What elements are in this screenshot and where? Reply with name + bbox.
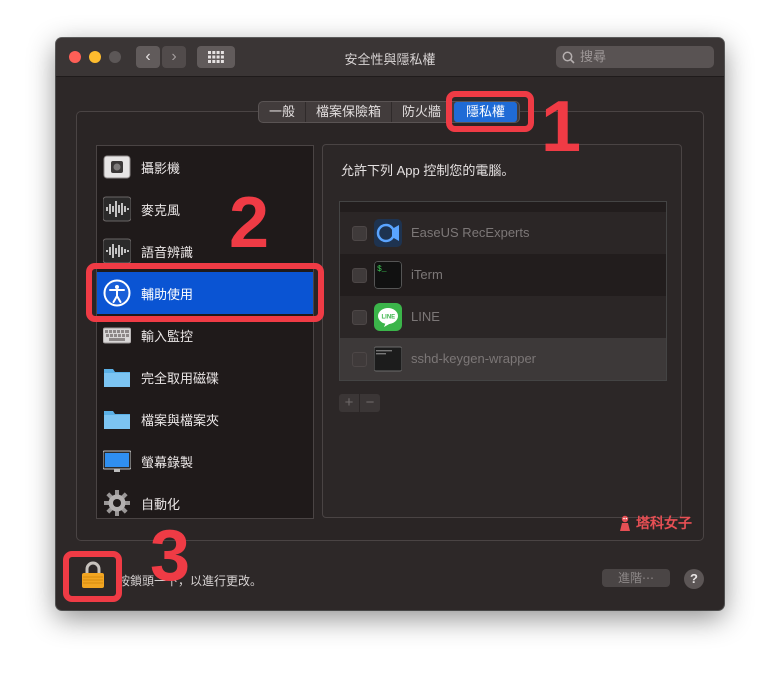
table-row[interactable]: sshd-keygen-wrapper: [340, 338, 666, 380]
table-row[interactable]: EaseUS RecExperts: [340, 212, 666, 254]
app-name: iTerm: [411, 267, 443, 282]
sidebar-item-label: 語音辨識: [141, 245, 194, 260]
app-name: LINE: [411, 309, 440, 324]
step-number-1: 1: [541, 87, 582, 167]
watermark-logo: [620, 515, 630, 531]
microphone-icon: [103, 196, 131, 222]
speech-recognition-icon: [103, 238, 131, 264]
table-row[interactable]: $_ iTerm: [340, 254, 666, 296]
highlight-privacy-tab: [446, 91, 534, 132]
folder-icon: [104, 411, 130, 429]
title-bar: ‹ › 安全性與隱私權 搜尋: [56, 38, 724, 77]
step-number-2: 2: [229, 183, 270, 263]
executable-icon: [374, 346, 402, 372]
privacy-category-list: 攝影機 麥克風 語音辨識 輔助使用 輸入監控 完全取用磁碟 檔案與檔案夾 螢幕錄…: [96, 145, 314, 519]
panel-heading: 允許下列 App 控制您的電腦。: [341, 163, 515, 178]
camera-icon: [103, 155, 131, 179]
search-placeholder: 搜尋: [580, 49, 607, 64]
sidebar-item-label: 攝影機: [141, 161, 181, 176]
highlight-accessibility-item: [86, 263, 324, 322]
app-checkbox[interactable]: [352, 310, 367, 325]
svg-text:$_: $_: [377, 265, 387, 274]
sidebar-item-label: 麥克風: [141, 203, 181, 218]
search-icon: [562, 51, 575, 64]
sidebar-item-files-and-folders[interactable]: 檔案與檔案夾: [97, 398, 313, 440]
terminal-icon: $_: [374, 261, 402, 289]
sidebar-item-camera[interactable]: 攝影機: [97, 146, 313, 188]
app-list[interactable]: EaseUS RecExperts $_ iTerm LINE LINE ssh…: [339, 201, 667, 381]
app-checkbox[interactable]: [352, 268, 367, 283]
sidebar-item-label: 螢幕錄製: [141, 455, 194, 470]
help-button[interactable]: ?: [684, 569, 704, 589]
sidebar-item-label: 檔案與檔案夾: [141, 413, 220, 428]
step-number-3: 3: [150, 516, 191, 596]
app-name: EaseUS RecExperts: [411, 225, 530, 240]
keyboard-icon: [103, 327, 131, 344]
folder-icon: [104, 369, 130, 387]
tab-filevault[interactable]: 檔案保險箱: [306, 102, 393, 122]
table-row-partial: [340, 201, 666, 209]
tab-general[interactable]: 一般: [259, 102, 307, 122]
advanced-button[interactable]: 進階⋯: [602, 569, 670, 587]
sidebar-item-label: 輸入監控: [141, 329, 194, 344]
sidebar-item-full-disk-access[interactable]: 完全取用磁碟: [97, 356, 313, 398]
highlight-lock: [63, 551, 122, 602]
display-icon: [103, 450, 131, 472]
table-row[interactable]: LINE LINE: [340, 296, 666, 338]
app-checkbox[interactable]: [352, 226, 367, 241]
accessibility-panel: 允許下列 App 控制您的電腦。 EaseUS RecExperts $_ iT…: [322, 144, 682, 518]
sidebar-item-automation[interactable]: 自動化: [97, 482, 313, 524]
sidebar-item-label: 自動化: [141, 497, 181, 512]
gear-icon: [104, 490, 130, 516]
app-icon-partial: [374, 201, 402, 202]
line-icon: LINE: [374, 303, 402, 331]
remove-app-button[interactable]: −: [360, 394, 380, 412]
add-app-button[interactable]: +: [339, 394, 359, 412]
app-checkbox[interactable]: [352, 352, 367, 367]
sidebar-item-screen-recording[interactable]: 螢幕錄製: [97, 440, 313, 482]
sidebar-item-label: 完全取用磁碟: [141, 371, 220, 386]
tab-firewall[interactable]: 防火牆: [392, 102, 453, 122]
sidebar-item-microphone[interactable]: 麥克風: [97, 188, 313, 230]
svg-text:LINE: LINE: [382, 315, 396, 321]
search-field[interactable]: 搜尋: [556, 46, 714, 68]
app-name: sshd-keygen-wrapper: [411, 351, 537, 366]
easeus-icon: [374, 219, 402, 247]
watermark-text: 塔科女子: [636, 515, 692, 531]
